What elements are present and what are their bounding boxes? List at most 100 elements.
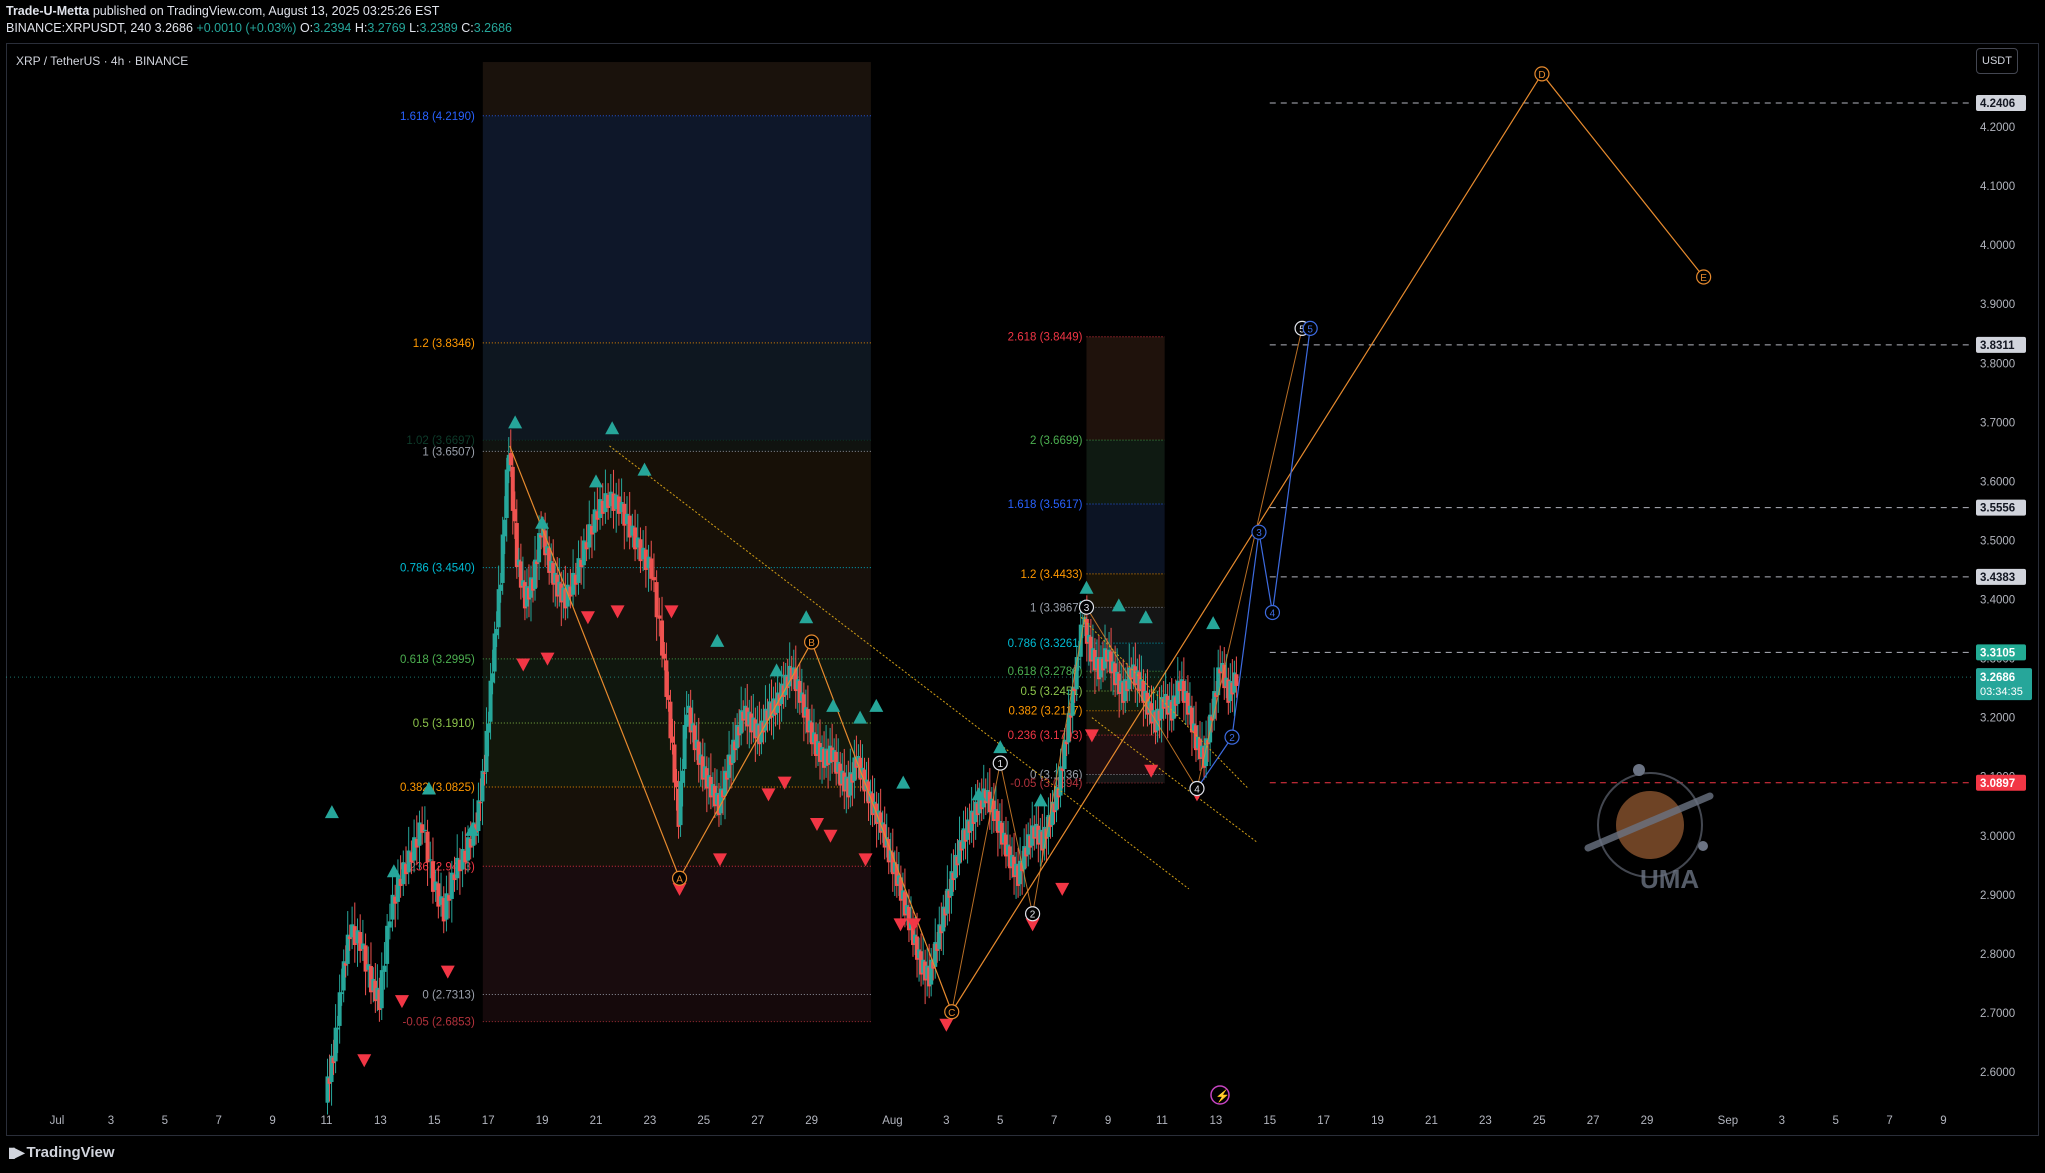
x-tick-label: 9 — [1105, 1115, 1111, 1127]
candle-body — [502, 519, 507, 537]
candle-body — [496, 589, 501, 628]
sell-signal-triangle — [893, 918, 908, 932]
sell-signal-triangle — [394, 995, 409, 1009]
fib-zone — [1086, 503, 1165, 574]
candle-body — [684, 714, 689, 727]
price-tag-label: 3.5556 — [1980, 503, 2015, 515]
tradingview-brand[interactable]: ▮▶ TradingView — [8, 1144, 115, 1161]
x-tick-label: 5 — [997, 1115, 1003, 1127]
buy-signal-triangle — [869, 698, 884, 712]
tradingview-logo-icon: ▮▶ — [8, 1144, 25, 1160]
fib-level-label: 0.786 (3.3261) — [1008, 638, 1083, 650]
candle-body — [484, 730, 489, 772]
candle-body — [488, 680, 493, 722]
x-tick-label: 17 — [482, 1115, 495, 1127]
uma-watermark: UMA — [1584, 764, 1714, 894]
x-tick-label: 11 — [1156, 1115, 1168, 1127]
price-tag-label: 3.8311 — [1980, 340, 2015, 352]
candle-body — [1234, 674, 1239, 686]
x-tick-label: 29 — [1641, 1115, 1654, 1127]
fib-level-label: 0 (2.7313) — [422, 989, 475, 1001]
candle-body — [664, 660, 669, 697]
x-tick-label: 19 — [536, 1115, 549, 1127]
x-tick-label: 13 — [374, 1115, 387, 1127]
fib-level-label: 0.618 (3.2995) — [400, 654, 475, 666]
candle-body — [422, 829, 427, 832]
buy-signal-triangle — [896, 775, 911, 789]
fib-level-label: 1.02 (3.6697) — [406, 435, 475, 447]
candle-body — [510, 466, 515, 511]
x-tick-label: Jul — [50, 1115, 65, 1127]
wave-label: 2 — [1030, 910, 1036, 921]
y-tick-label: 3.6000 — [1980, 476, 2015, 488]
candle-body — [478, 802, 483, 804]
x-tick-label: 13 — [1209, 1115, 1222, 1127]
candle-body — [337, 992, 342, 1026]
fib-level-label: 1.618 (4.2190) — [400, 111, 475, 123]
price-tag-label: 4.2406 — [1980, 98, 2015, 110]
current-price-label: 3.2686 — [1980, 672, 2015, 684]
fib-level-label: 2 (3.6699) — [1030, 435, 1083, 447]
y-tick-label: 3.8000 — [1980, 358, 2015, 370]
candle-body — [674, 780, 679, 788]
candle-body — [672, 744, 677, 783]
price-tag-label: 3.4383 — [1980, 572, 2015, 584]
candle-body — [654, 582, 659, 618]
price-tags: 4.2406 3.8311 3.5556 3.4383 3.3105 3.0897 3.26… — [1976, 95, 2032, 791]
candle-body — [680, 770, 685, 783]
fib-level-label: 1.2 (3.8346) — [413, 338, 475, 350]
y-tick-label: 3.0000 — [1980, 831, 2015, 843]
candle-body — [387, 921, 392, 928]
x-tick-label: 11 — [321, 1115, 333, 1127]
x-tick-label: 15 — [428, 1115, 441, 1127]
candle-body — [660, 620, 665, 656]
y-tick-label: 4.2000 — [1980, 122, 2015, 134]
candle-body — [498, 584, 503, 591]
y-tick-label: 4.0000 — [1980, 240, 2015, 252]
currency-button[interactable]: USDT — [1976, 48, 2018, 74]
candle-body — [668, 701, 673, 739]
y-tick-label: 2.6000 — [1980, 1067, 2015, 1079]
buy-signal-triangle — [993, 740, 1008, 754]
fib-level-label: 1.2 (3.4433) — [1020, 569, 1082, 581]
candle-body — [670, 736, 675, 743]
x-tick-label: 27 — [751, 1115, 764, 1127]
buy-signal-triangle — [386, 864, 401, 878]
x-tick-label: 23 — [1479, 1115, 1492, 1127]
candle-body — [486, 723, 491, 733]
candle-body — [492, 633, 497, 672]
countdown-label: 03:34:35 — [1980, 686, 2023, 698]
x-tick-label: 29 — [805, 1115, 818, 1127]
x-tick-label: 17 — [1317, 1115, 1330, 1127]
candle-body — [662, 653, 667, 659]
x-tick-label: 23 — [644, 1115, 657, 1127]
wave-label: B — [808, 638, 815, 649]
candle-body — [385, 925, 390, 964]
x-tick-label: 25 — [697, 1115, 710, 1127]
wave-label: E — [1700, 273, 1707, 284]
x-tick-label: 19 — [1371, 1115, 1384, 1127]
x-tick-label: 3 — [943, 1115, 949, 1127]
fib-level-label: 0.618 (3.2786) — [1008, 666, 1083, 678]
lightning-icon: ⚡ — [1210, 1085, 1230, 1105]
candle-body — [682, 725, 687, 770]
candle-body — [490, 673, 495, 683]
price-tag-label: 3.0897 — [1980, 778, 2015, 790]
x-tick-label: 3 — [108, 1115, 114, 1127]
uma-watermark-text: UMA — [1640, 864, 1699, 894]
x-tick-label: 9 — [1940, 1115, 1946, 1127]
buy-signal-triangle — [324, 805, 339, 819]
uma-logo-dot — [1698, 841, 1708, 851]
fib-zone — [482, 658, 871, 723]
x-tick-label: 9 — [269, 1115, 275, 1127]
y-tick-label: 3.7000 — [1980, 417, 2015, 429]
time-axis: Jul 3 5 7 9 11 13 15 17 19 21 23 25 27 29 Aug 3 5 7 9 11 13 15… — [50, 1115, 1947, 1127]
y-tick-label: 3.4000 — [1980, 595, 2015, 607]
candle-body — [333, 1027, 338, 1062]
price-chart[interactable]: 1.618 (4.2190) 1.2 (3.8346) 1.02 (3.6697) 1… — [0, 0, 2045, 1173]
candle-body — [428, 859, 433, 861]
x-tick-label: 7 — [1051, 1115, 1057, 1127]
fib-level-label: -0.05 (2.6853) — [403, 1017, 475, 1029]
fib-zone — [482, 994, 871, 1022]
sell-signal-triangle — [1055, 882, 1070, 896]
